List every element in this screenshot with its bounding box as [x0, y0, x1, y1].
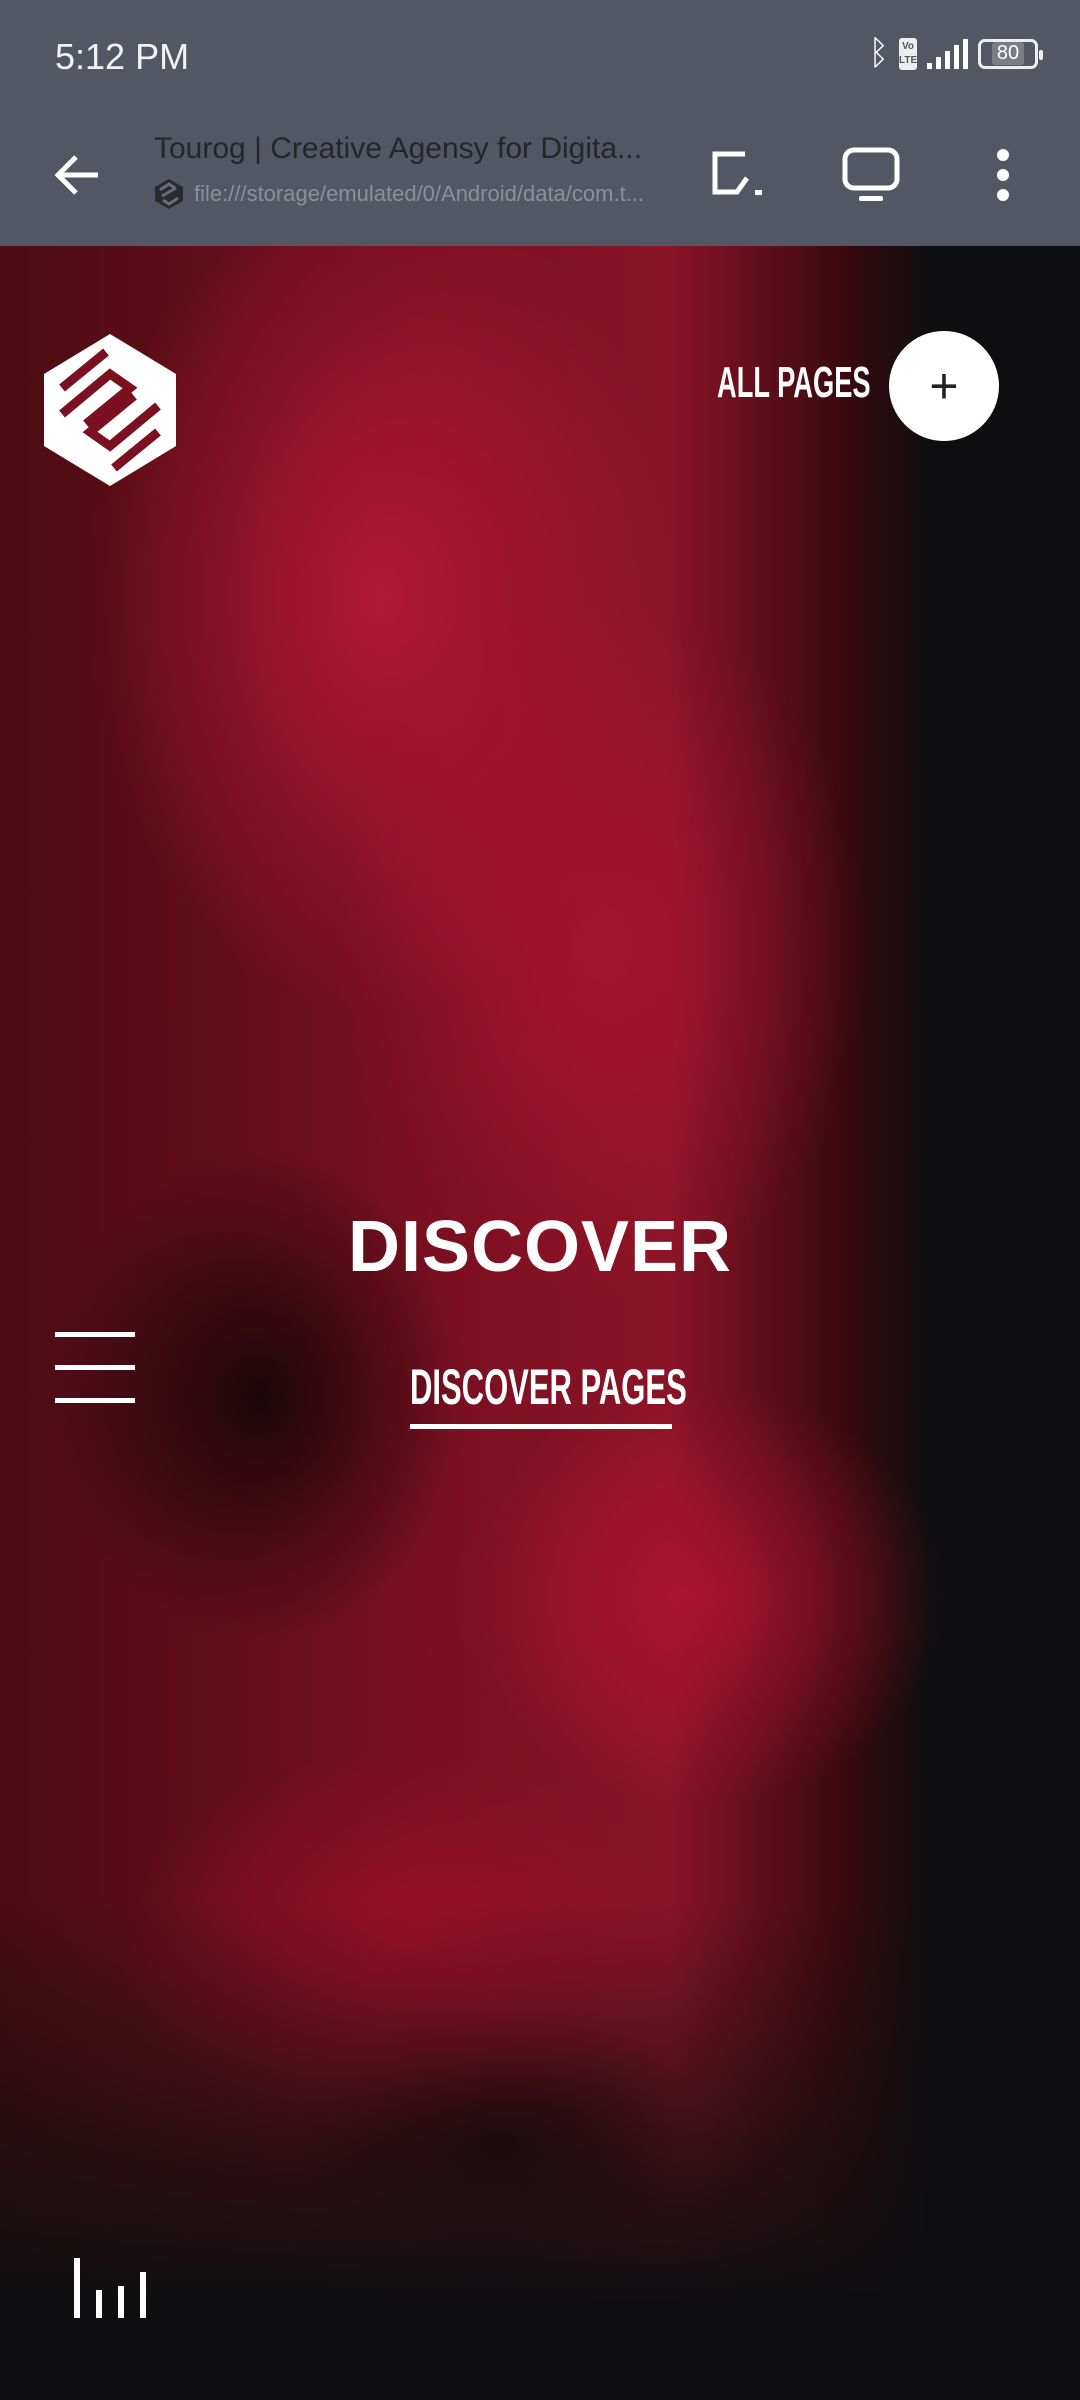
- back-arrow-icon[interactable]: [50, 145, 110, 205]
- more-vert-icon[interactable]: [968, 140, 1038, 210]
- signal-icon: [927, 38, 968, 69]
- hamburger-menu-icon[interactable]: [55, 1332, 135, 1431]
- plus-button[interactable]: +: [889, 331, 999, 441]
- url-bar[interactable]: file:///storage/emulated/0/Android/data/…: [154, 178, 664, 210]
- share-screen-icon[interactable]: [705, 140, 775, 210]
- battery-level: 80: [991, 42, 1025, 65]
- status-bar: 5:12 PM ᛒ Vo LTE 80: [0, 0, 1080, 110]
- battery-icon: 80: [978, 38, 1043, 69]
- url-text: file:///storage/emulated/0/Android/data/…: [194, 181, 645, 206]
- desktop-icon[interactable]: [836, 140, 906, 210]
- page-title: Tourog | Creative Agensy for Digita...: [154, 132, 643, 165]
- status-icons: ᛒ Vo LTE 80: [868, 34, 1043, 73]
- hero-section: ALL PAGES + DISCOVER DISCOVER PAGES: [0, 246, 1080, 2400]
- bluetooth-icon: ᛒ: [868, 34, 889, 72]
- browser-toolbar: Tourog | Creative Agensy for Digita... f…: [0, 110, 1080, 246]
- volte-icon: Vo LTE: [899, 37, 917, 70]
- site-favicon-icon: [155, 179, 183, 209]
- sound-equalizer-icon[interactable]: [74, 2258, 154, 2318]
- plus-icon: +: [929, 358, 959, 414]
- hero-heading: DISCOVER: [347, 1207, 733, 1287]
- link-underline: [410, 1424, 672, 1429]
- site-logo-icon[interactable]: [40, 330, 180, 490]
- discover-pages-link[interactable]: DISCOVER PAGES: [410, 1358, 856, 1416]
- status-time: 5:12 PM: [55, 36, 190, 77]
